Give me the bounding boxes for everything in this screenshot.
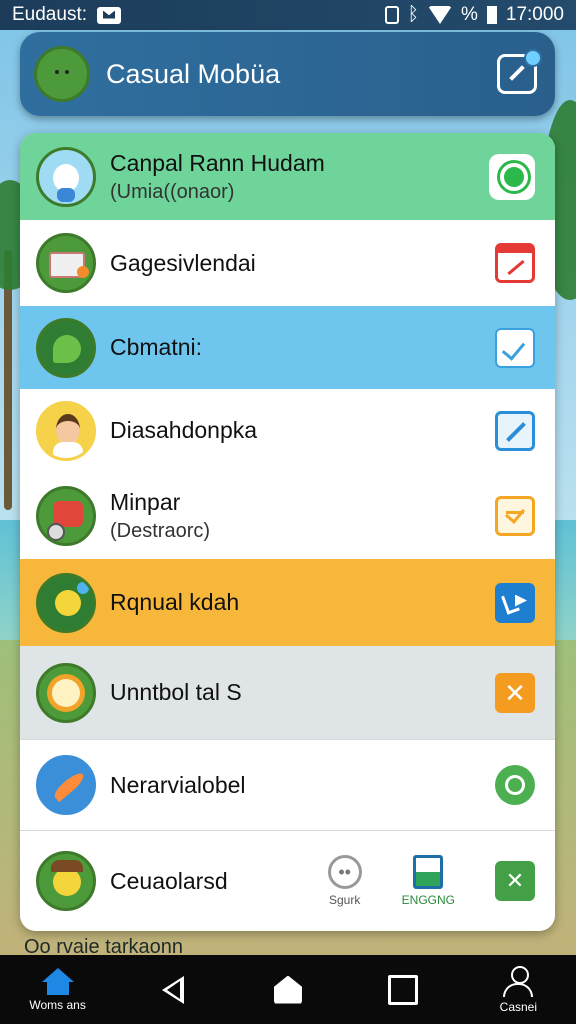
app-header: Casual Mobüa <box>20 32 555 116</box>
smiley-icon: •• <box>327 855 362 889</box>
person-icon <box>501 965 535 998</box>
contact-list: Canpal Rann Hudam (Umia((onaor) Gagesivl… <box>20 133 555 931</box>
feather-avatar-icon <box>36 755 96 815</box>
smiley-button[interactable]: •• Sgurk <box>327 855 362 907</box>
list-item[interactable]: Gagesivlendai <box>20 220 555 306</box>
white-cat-avatar-icon <box>36 146 96 207</box>
list-item-title: Cbmatni: <box>110 334 203 360</box>
nav-home-button[interactable]: Woms ans <box>23 967 93 1012</box>
calendar-icon[interactable] <box>495 243 535 283</box>
battery-icon <box>486 6 497 24</box>
boy-avatar-icon[interactable] <box>34 46 90 102</box>
vibrate-icon <box>384 6 399 24</box>
close-icon[interactable]: ✕ <box>495 861 535 901</box>
edit-icon[interactable] <box>497 49 542 94</box>
nav-home-system-button[interactable] <box>253 975 323 1004</box>
navigation-bar: Woms ans Casnei <box>0 955 576 1024</box>
bird-avatar-icon <box>36 317 96 378</box>
list-item-title: Ceuaolarsd <box>110 867 228 894</box>
clipboard-label: ENGGNG <box>401 893 455 907</box>
toolbox-avatar-icon <box>36 233 96 293</box>
search-icon[interactable] <box>489 153 535 200</box>
list-item[interactable]: Ceuaolarsd •• Sgurk ENGGNG ✕ <box>20 830 555 931</box>
nav-back-button[interactable] <box>138 975 208 1004</box>
list-item-title: Minpar <box>110 488 181 515</box>
list-item-title: Nerarvialobel <box>110 771 246 798</box>
smiley-label: Sgurk <box>328 893 361 907</box>
settings-icon[interactable] <box>495 765 535 805</box>
nav-profile-button[interactable]: Casnei <box>483 965 553 1014</box>
check-icon[interactable] <box>495 495 535 536</box>
chick-avatar-icon <box>36 572 96 633</box>
list-item[interactable]: Diasahdonpka <box>20 389 555 472</box>
header-title: Casual Mobüa <box>106 58 281 89</box>
list-item-title: Rqnual kdah <box>110 589 240 615</box>
check-icon[interactable] <box>495 327 535 368</box>
home-system-icon <box>273 975 302 1004</box>
close-icon[interactable]: ✕ <box>495 672 535 713</box>
list-item[interactable]: Cbmatni: <box>20 306 555 389</box>
list-item-title: Canpal Rann Hudam <box>110 149 325 176</box>
pen-icon[interactable] <box>495 410 535 451</box>
list-item-title: Unntbol tal S <box>110 679 242 705</box>
list-item-subtitle: (Destraorc) <box>110 519 211 542</box>
list-item[interactable]: Nerarvialobel <box>20 739 555 830</box>
back-icon <box>161 975 184 1004</box>
kid-avatar-icon <box>36 400 96 461</box>
status-carrier: Eudaust: <box>12 4 87 25</box>
wifi-icon <box>427 6 452 24</box>
home-icon <box>41 967 74 996</box>
nav-recents-button[interactable] <box>368 974 438 1005</box>
clipboard-icon <box>413 855 444 889</box>
list-item[interactable]: Unntbol tal S ✕ <box>20 646 555 739</box>
list-item-subtitle: (Umia((onaor) <box>110 180 235 203</box>
nav-home-label: Woms ans <box>29 997 86 1012</box>
recents-icon <box>388 974 419 1005</box>
list-item[interactable]: Minpar (Destraorc) <box>20 472 555 559</box>
backpack-avatar-icon <box>36 485 96 546</box>
status-bar: Eudaust: ᛒ % 17:000 <box>0 0 576 30</box>
duck-avatar-icon <box>36 851 96 911</box>
list-item[interactable]: Rqnual kdah <box>20 559 555 646</box>
bluetooth-icon: ᛒ <box>407 4 419 25</box>
clipboard-button[interactable]: ENGGNG <box>402 855 455 907</box>
sun-avatar-icon <box>36 662 96 723</box>
nav-profile-label: Casnei <box>499 999 538 1014</box>
status-time: 17:000 <box>505 4 564 25</box>
list-item-title: Gagesivlendai <box>110 249 256 276</box>
battery-percent: % <box>460 4 478 25</box>
share-icon[interactable] <box>495 582 535 623</box>
list-item[interactable]: Canpal Rann Hudam (Umia((onaor) <box>20 133 555 220</box>
message-icon <box>97 6 121 24</box>
list-item-title: Diasahdonpka <box>110 417 258 443</box>
